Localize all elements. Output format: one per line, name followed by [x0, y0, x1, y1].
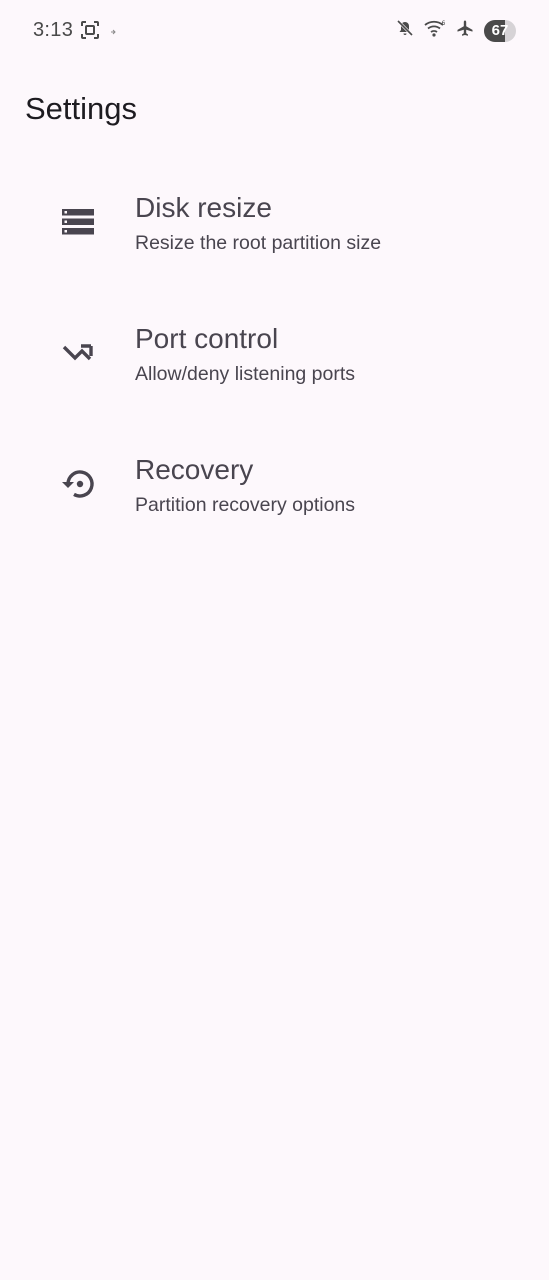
status-right-icons: 6 67 — [396, 19, 516, 42]
setting-item-disk-resize[interactable]: Disk resize Resize the root partition si… — [0, 160, 549, 291]
airplane-icon — [456, 19, 474, 42]
setting-subtitle: Allow/deny listening ports — [135, 363, 356, 385]
settings-list: Disk resize Resize the root partition si… — [0, 160, 549, 553]
status-left-icons — [80, 20, 120, 45]
disk-icon — [56, 202, 100, 242]
port-arrow-icon — [56, 333, 100, 373]
status-bar: 3:13 6 67 — [0, 0, 549, 62]
mute-icon — [396, 19, 414, 42]
setting-item-recovery[interactable]: Recovery Partition recovery options — [0, 422, 549, 553]
battery-icon: 67 — [484, 19, 516, 42]
page-title: Settings — [25, 91, 138, 126]
setting-subtitle: Partition recovery options — [135, 494, 356, 516]
setting-subtitle: Resize the root partition size — [135, 232, 382, 254]
setting-title: Recovery — [135, 454, 254, 485]
svg-text:6: 6 — [442, 20, 446, 27]
wifi-icon: 6 — [424, 19, 446, 42]
screen: 3:13 6 67 Settings Disk resize Resize th… — [0, 0, 549, 1280]
recovery-icon — [56, 464, 100, 504]
setting-title: Disk resize — [135, 192, 272, 223]
setting-title: Port control — [135, 323, 279, 354]
small-notification-icon — [110, 24, 120, 42]
status-time: 3:13 — [33, 19, 74, 41]
battery-level: 67 — [491, 22, 509, 39]
screen-record-icon — [80, 20, 100, 45]
setting-item-port-control[interactable]: Port control Allow/deny listening ports — [0, 291, 549, 422]
